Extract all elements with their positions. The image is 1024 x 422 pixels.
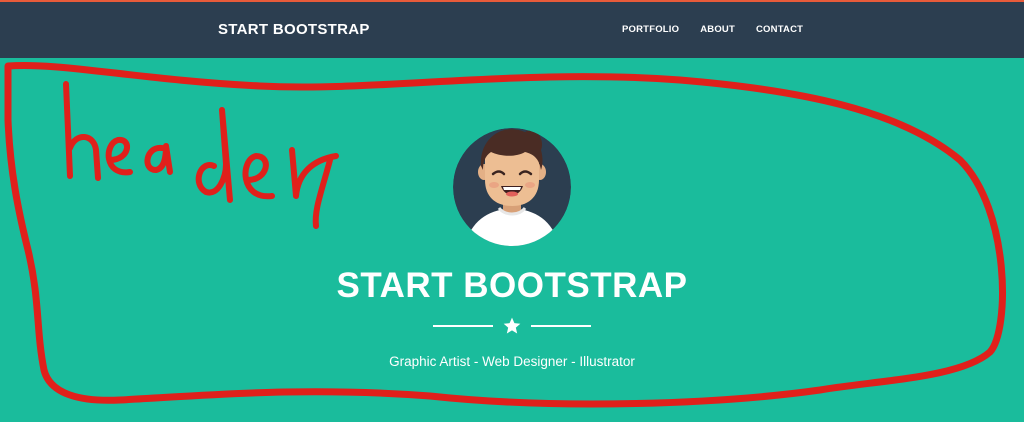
hero-subtitle: Graphic Artist - Web Designer - Illustra… — [389, 354, 635, 369]
nav-link-portfolio[interactable]: PORTFOLIO — [622, 24, 679, 35]
navbar: START BOOTSTRAP PORTFOLIO ABOUT CONTACT — [0, 2, 1024, 58]
hero-title: START BOOTSTRAP — [336, 266, 688, 305]
avatar — [453, 128, 571, 246]
star-icon — [503, 317, 521, 334]
nav-link-contact[interactable]: CONTACT — [756, 24, 803, 35]
divider-line-left — [433, 325, 493, 327]
nav-links: PORTFOLIO ABOUT CONTACT — [622, 24, 824, 35]
divider-line-right — [531, 325, 591, 327]
nav-link-about[interactable]: ABOUT — [700, 24, 735, 35]
star-divider — [433, 316, 591, 336]
brand-link[interactable]: START BOOTSTRAP — [218, 21, 370, 38]
